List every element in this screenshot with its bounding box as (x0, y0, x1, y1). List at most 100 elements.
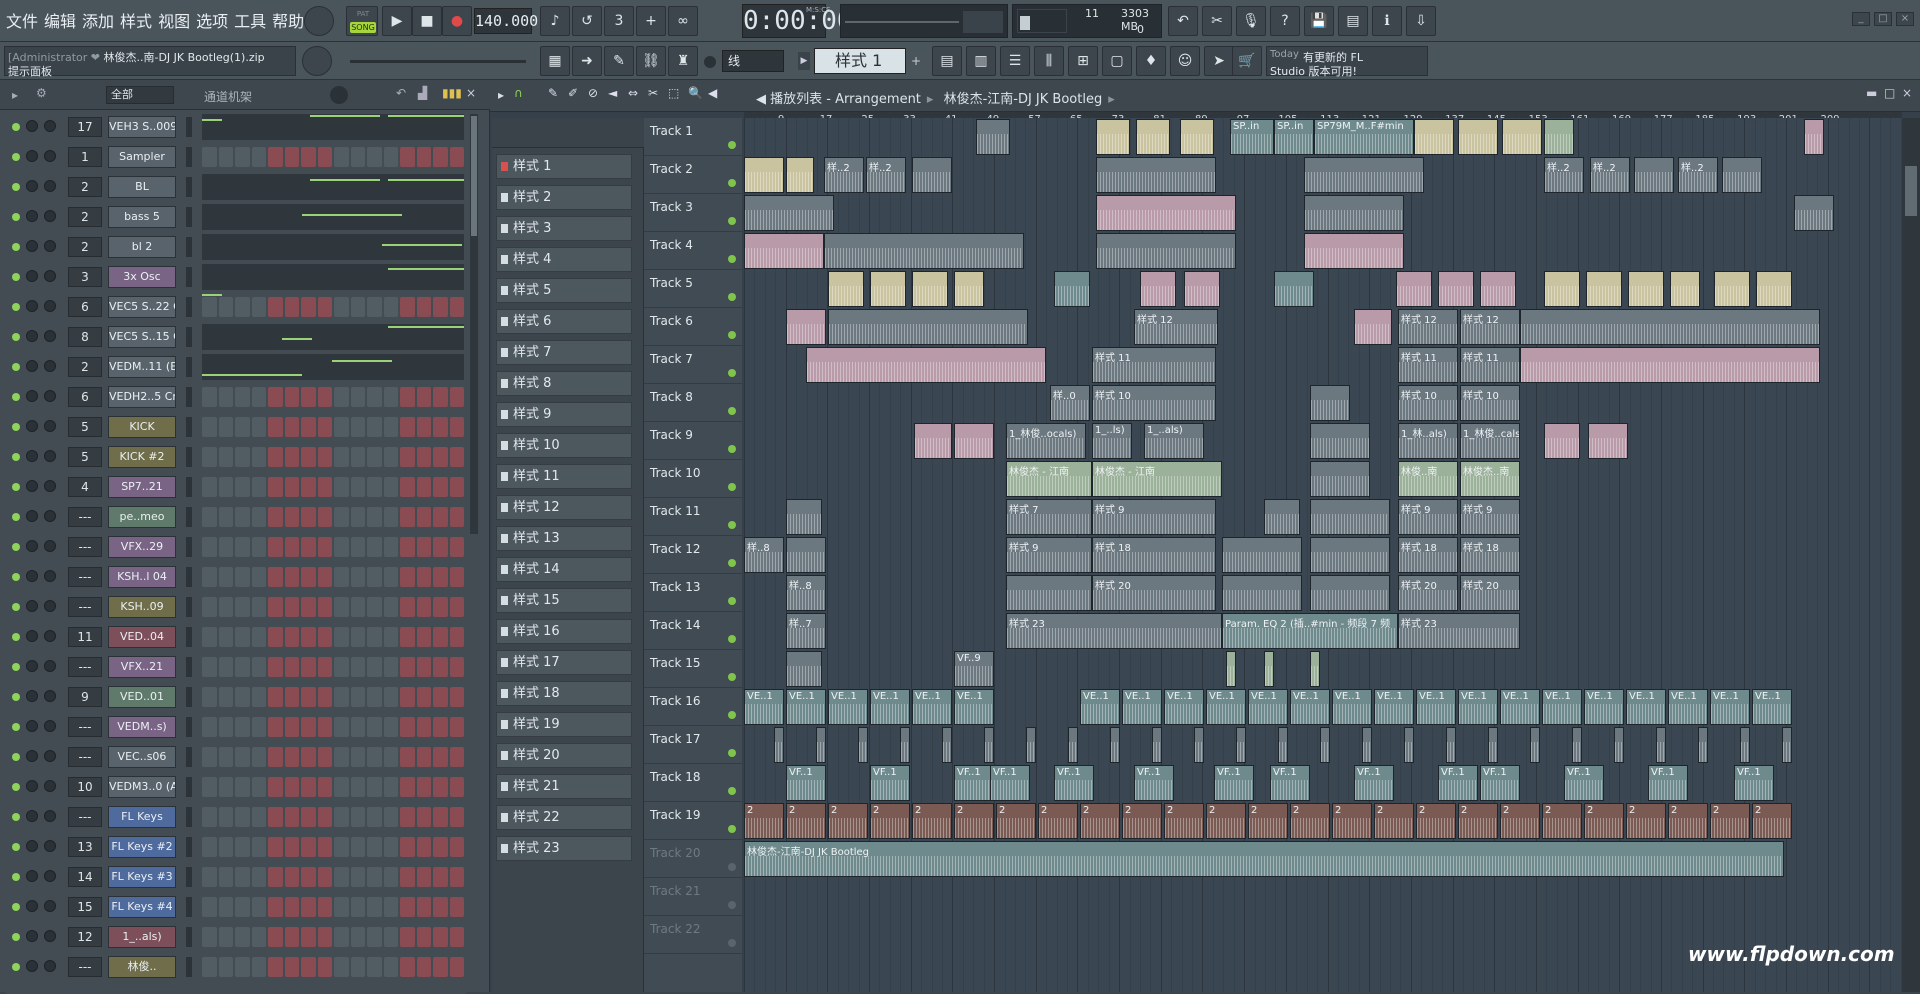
pattern-item[interactable]: 样式 12 (496, 495, 632, 520)
playlist-clip[interactable]: 样..2 (1678, 157, 1718, 193)
rack-settings-icon[interactable]: ⚙ (36, 86, 47, 100)
info-icon[interactable]: ℹ (1372, 6, 1402, 36)
step-button[interactable] (202, 477, 217, 497)
track-mute-led[interactable] (728, 901, 736, 909)
channel-volume-knob[interactable] (44, 240, 56, 252)
step-button[interactable] (317, 477, 332, 497)
step-button[interactable] (268, 777, 283, 797)
playlist-clip[interactable] (954, 271, 984, 307)
step-button[interactable] (268, 567, 283, 587)
step-button[interactable] (449, 417, 464, 437)
step-sequencer[interactable] (202, 567, 464, 587)
channel-name-button[interactable]: VED..01 (108, 686, 176, 708)
step-button[interactable] (202, 807, 217, 827)
track-header[interactable]: Track 11 (644, 498, 742, 536)
step-button[interactable] (268, 867, 283, 887)
playlist-clip[interactable]: VE..1 (870, 689, 910, 725)
channel-row[interactable]: 2 BL (6, 174, 466, 246)
step-button[interactable] (218, 897, 233, 917)
step-button[interactable] (251, 807, 266, 827)
step-button[interactable] (301, 777, 316, 797)
channel-mute-led[interactable] (12, 363, 20, 371)
step-button[interactable] (400, 537, 415, 557)
step-button[interactable] (251, 477, 266, 497)
playlist-clip[interactable] (1740, 727, 1750, 763)
track-mute-led[interactable] (728, 293, 736, 301)
step-button[interactable] (400, 867, 415, 887)
step-button[interactable] (268, 807, 283, 827)
step-button[interactable] (334, 837, 349, 857)
step-button[interactable] (251, 417, 266, 437)
playlist-clip[interactable] (1544, 271, 1580, 307)
step-button[interactable] (251, 777, 266, 797)
channel-mute-led[interactable] (12, 813, 20, 821)
channel-mixer-track[interactable]: 5 (68, 447, 102, 467)
channel-name-button[interactable]: FL Keys #4 (108, 896, 176, 918)
playlist-clip[interactable]: VE..1 (786, 689, 826, 725)
step-button[interactable] (367, 447, 382, 467)
track-header[interactable]: Track 22 (644, 916, 742, 954)
playlist-clip[interactable] (1054, 271, 1090, 307)
playlist-clip[interactable]: 样式 11 (1092, 347, 1216, 383)
metronome-icon[interactable]: ♪ (540, 6, 570, 36)
step-button[interactable] (268, 927, 283, 947)
channel-pan-knob[interactable] (26, 630, 38, 642)
pattern-item[interactable]: 样式 3 (496, 216, 632, 241)
channel-pan-knob[interactable] (26, 240, 38, 252)
step-button[interactable] (334, 387, 349, 407)
step-sequencer[interactable] (202, 447, 464, 467)
playlist-clip[interactable] (1304, 233, 1404, 269)
channel-name-button[interactable]: VFX..29 (108, 536, 176, 558)
step-button[interactable] (268, 507, 283, 527)
step-button[interactable] (367, 297, 382, 317)
step-button[interactable] (400, 387, 415, 407)
step-button[interactable] (284, 927, 299, 947)
step-sequencer[interactable] (202, 867, 464, 887)
step-button[interactable] (383, 957, 398, 977)
playlist-clip[interactable]: 林俊..南 (1398, 461, 1458, 497)
step-button[interactable] (400, 897, 415, 917)
track-mute-led[interactable] (728, 673, 736, 681)
step-button[interactable] (433, 657, 448, 677)
channel-pan-knob[interactable] (26, 660, 38, 672)
step-sequencer[interactable] (202, 717, 464, 737)
step-button[interactable] (251, 597, 266, 617)
step-button[interactable] (251, 387, 266, 407)
playlist-clip[interactable] (1236, 727, 1246, 763)
step-button[interactable] (218, 387, 233, 407)
channel-select-indicator[interactable] (186, 417, 192, 437)
channel-pan-knob[interactable] (26, 960, 38, 972)
step-button[interactable] (367, 567, 382, 587)
step-button[interactable] (301, 957, 316, 977)
channel-row[interactable]: 2 bass 5 (6, 204, 466, 266)
pattern-item[interactable]: 样式 23 (496, 836, 632, 861)
playlist-clip[interactable] (1184, 271, 1220, 307)
step-button[interactable] (235, 747, 250, 767)
step-sequencer[interactable] (202, 747, 464, 767)
channel-row[interactable]: 2 VEDM..11 (E) (6, 354, 466, 380)
step-button[interactable] (416, 807, 431, 827)
channel-row[interactable]: --- pe..meo (6, 504, 466, 530)
people-icon[interactable]: ☺ (1170, 46, 1200, 76)
step-button[interactable] (350, 537, 365, 557)
channel-volume-knob[interactable] (44, 180, 56, 192)
step-button[interactable] (268, 477, 283, 497)
channel-mixer-track[interactable]: 9 (68, 687, 102, 707)
step-button[interactable] (334, 477, 349, 497)
playlist-clip[interactable]: 林俊杰 - 江南 (1092, 461, 1222, 497)
step-button[interactable] (218, 147, 233, 167)
track-header[interactable]: Track 3 (644, 194, 742, 232)
channel-mute-led[interactable] (12, 183, 20, 191)
step-sequencer[interactable] (202, 687, 464, 707)
step-button[interactable] (301, 867, 316, 887)
track-header[interactable]: Track 21 (644, 878, 742, 916)
channel-row[interactable]: --- VFX..29 (6, 534, 466, 560)
step-button[interactable] (416, 777, 431, 797)
channel-pan-knob[interactable] (26, 180, 38, 192)
playlist-clip[interactable] (786, 537, 826, 573)
channel-select-indicator[interactable] (186, 657, 192, 677)
step-button[interactable] (449, 387, 464, 407)
step-button[interactable] (301, 597, 316, 617)
playlist-clip[interactable]: 2 (870, 803, 910, 839)
step-button[interactable] (218, 597, 233, 617)
